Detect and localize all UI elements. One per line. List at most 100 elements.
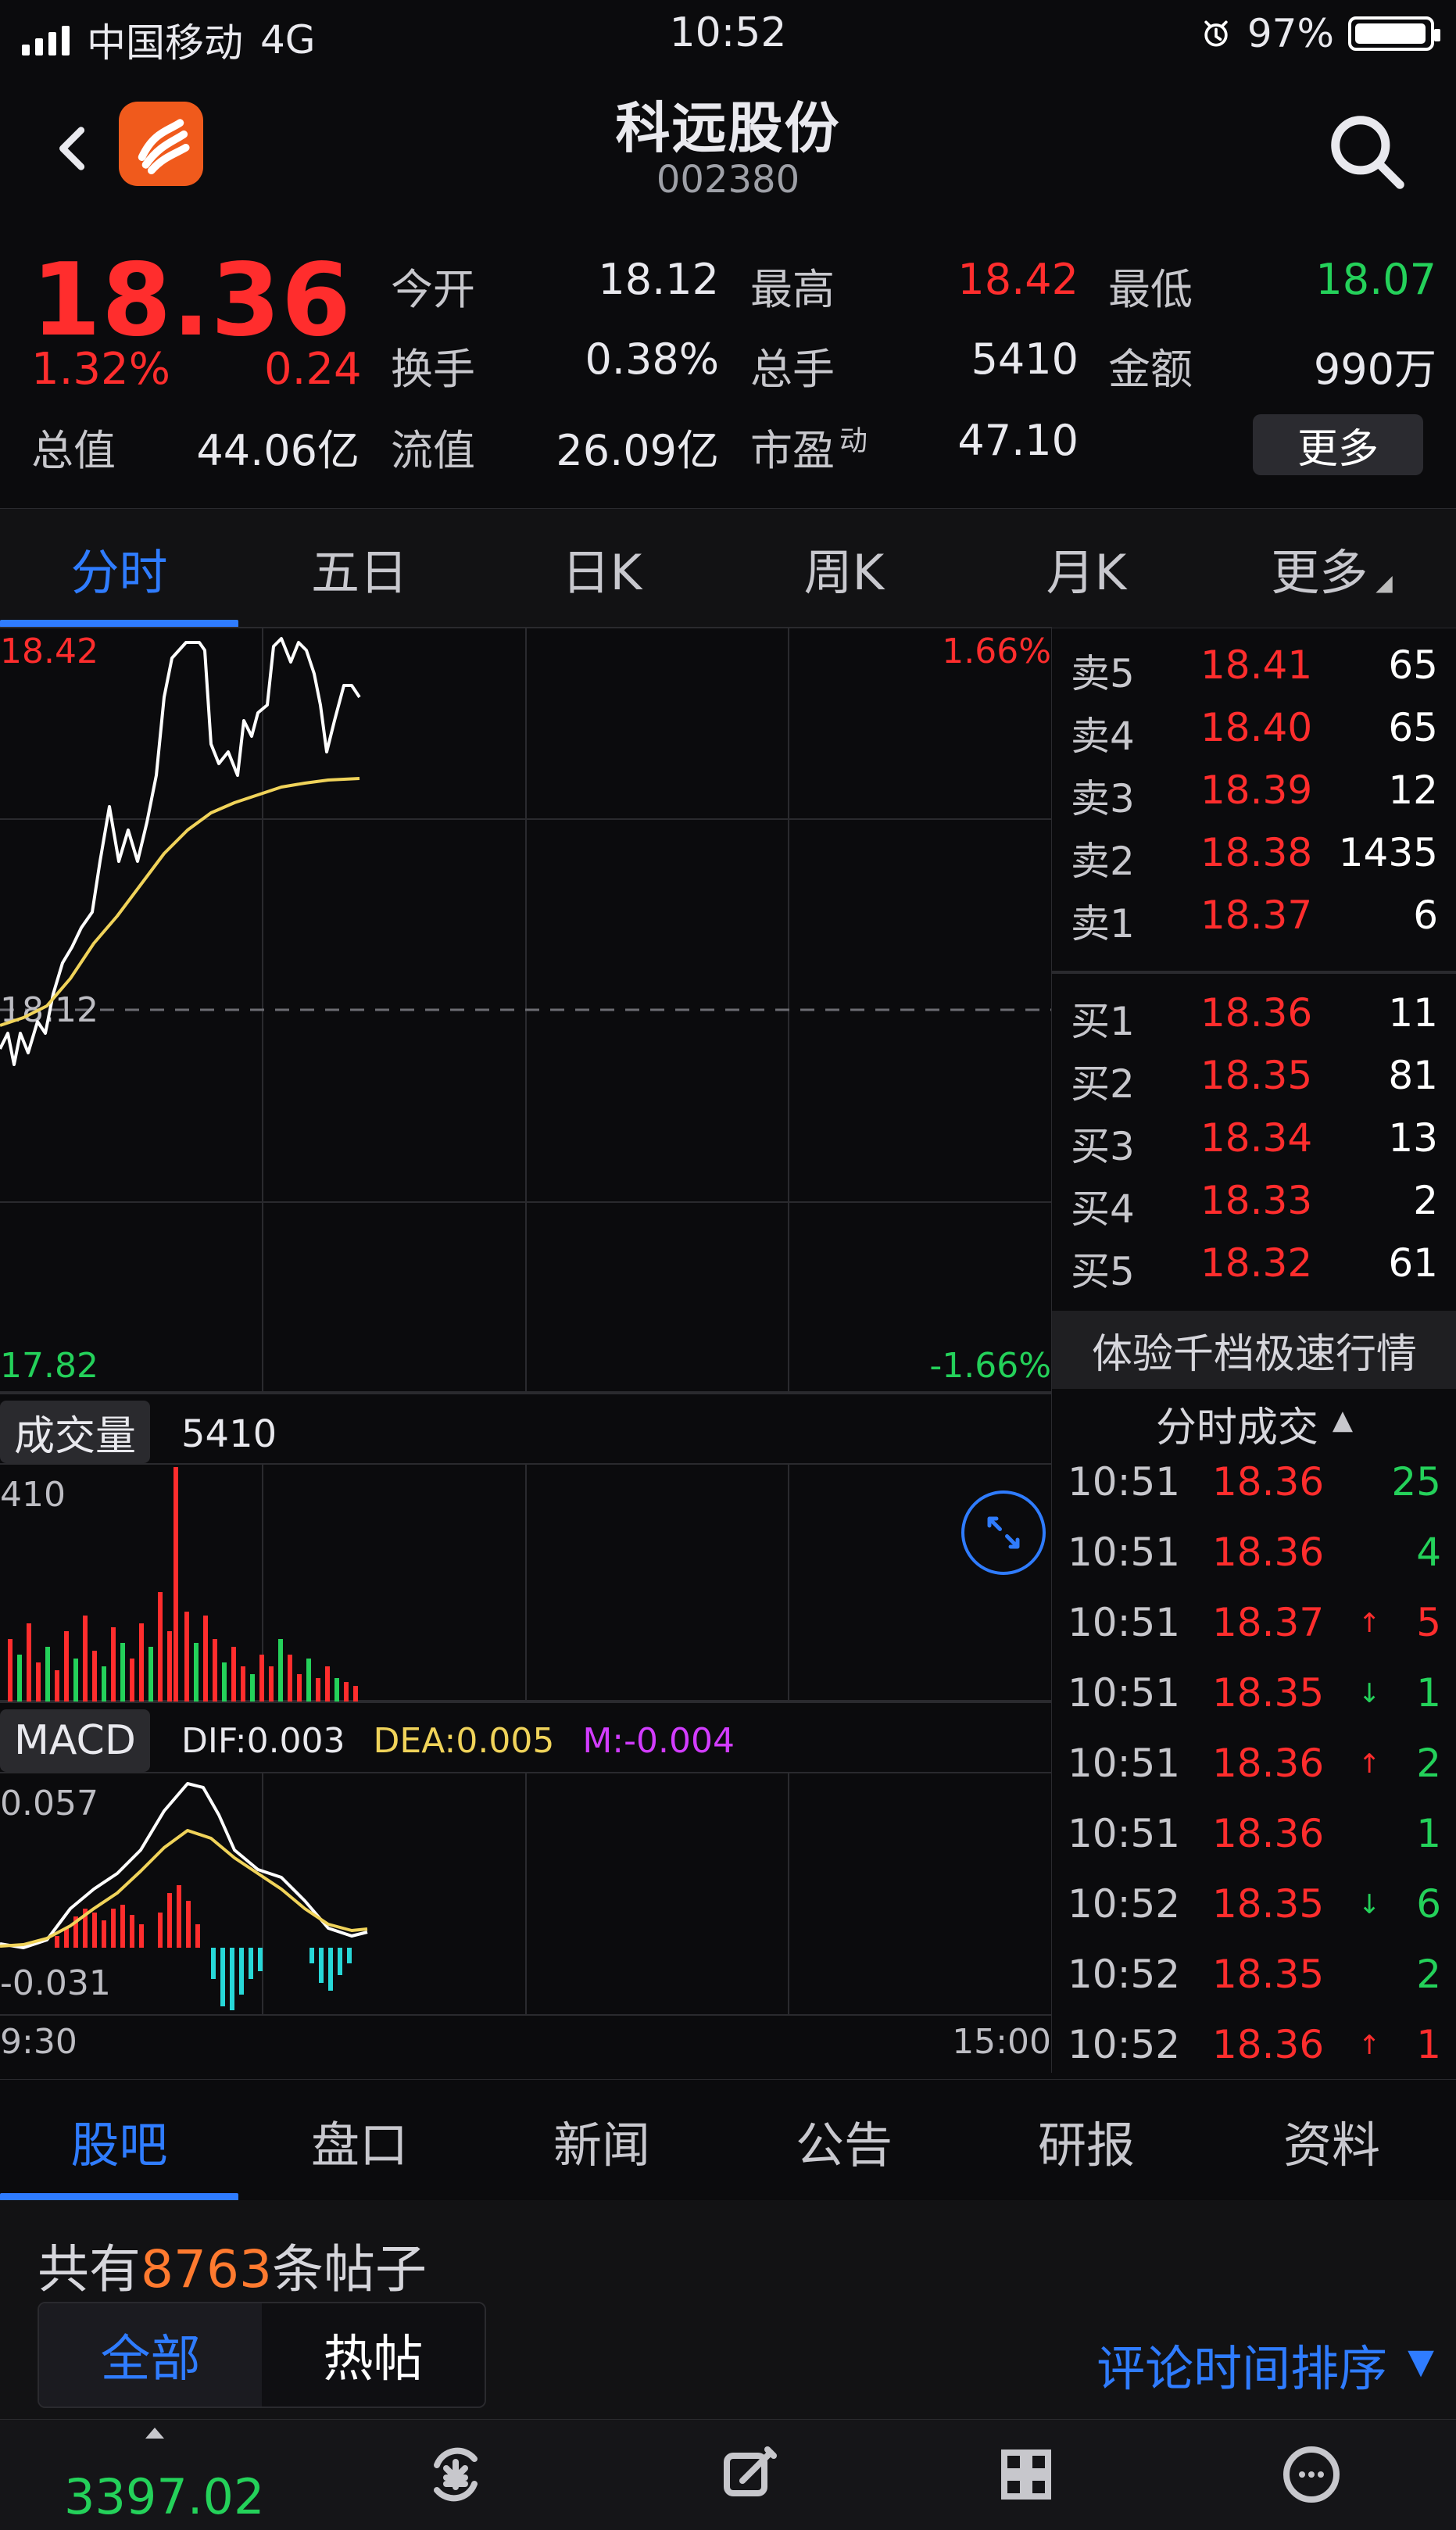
tab-intraday[interactable]: 分时 xyxy=(0,509,238,628)
time-end-label: 15:00 xyxy=(952,2022,1051,2062)
sort-dropdown-icon: ▼ xyxy=(1408,2341,1434,2381)
trade-volume: 1 xyxy=(1416,1670,1441,1716)
bid-qty: 2 xyxy=(1413,1178,1438,1223)
tab-profile-label: 资料 xyxy=(1282,2116,1380,2174)
trade-row: 10:51 18.36 25 xyxy=(1052,1459,1456,1530)
bid-row[interactable]: 买4 18.33 2 xyxy=(1052,1178,1456,1240)
macd-label-chip: MACD xyxy=(0,1709,150,1772)
ask-qty: 65 xyxy=(1388,705,1438,750)
tab-week-k[interactable]: 周K xyxy=(723,509,965,628)
index-ticker[interactable]: 3397.02 xyxy=(0,2420,313,2530)
trade-arrow: ↑ xyxy=(1358,2030,1381,2061)
volume-panel[interactable]: 成交量 5410 410 xyxy=(0,1393,1051,1702)
trades-header[interactable]: 分时成交 ▲ xyxy=(1052,1389,1456,1458)
high-label: 最高 xyxy=(750,265,835,314)
tab-news[interactable]: 新闻 xyxy=(481,2080,723,2201)
depth-upgrade-banner[interactable]: 体验千档极速行情 xyxy=(1052,1311,1456,1389)
posts-filter: 全部 热帖 xyxy=(38,2302,486,2408)
tab-more-label: 更多 xyxy=(1271,544,1368,601)
tab-research[interactable]: 研报 xyxy=(965,2080,1207,2201)
expand-icon-glyph xyxy=(987,1516,1020,1549)
trades-title: 分时成交 xyxy=(1155,1404,1318,1451)
trades-sort-icon: ▲ xyxy=(1332,1405,1354,1436)
more-button[interactable]: 更多 xyxy=(1253,414,1423,475)
bid-row[interactable]: 买3 18.34 13 xyxy=(1052,1115,1456,1178)
trade-volume: 4 xyxy=(1416,1530,1441,1575)
volume-label-chip: 成交量 xyxy=(0,1401,151,1463)
ask-price: 18.38 xyxy=(1200,830,1313,875)
posts-sort[interactable]: 评论时间排序 ▼ xyxy=(1096,2329,1434,2399)
trade-volume: 6 xyxy=(1416,1881,1441,1927)
ask-row[interactable]: 卖2 18.38 1435 xyxy=(1052,830,1456,893)
trade-arrow: ↓ xyxy=(1358,1889,1381,1920)
bid-qty: 81 xyxy=(1388,1053,1438,1098)
mktcap-value: 44.06亿 xyxy=(196,426,360,475)
pe-value: 47.10 xyxy=(957,416,1079,465)
bid-row[interactable]: 买2 18.35 81 xyxy=(1052,1053,1456,1115)
amount-value: 990万 xyxy=(1313,345,1436,394)
trade-row: 10:52 18.35 ↓ 6 xyxy=(1052,1881,1456,1952)
volume-bars-group xyxy=(8,1467,358,1702)
tab-more[interactable]: 更多 ◢ xyxy=(1207,509,1456,628)
ask-row[interactable]: 卖1 18.37 6 xyxy=(1052,893,1456,955)
change-value: 0.24 xyxy=(264,344,362,395)
price-lines xyxy=(0,637,361,1066)
tab-announcements[interactable]: 公告 xyxy=(723,2080,965,2201)
bid-qty: 61 xyxy=(1388,1240,1438,1286)
bid-side: 买2 xyxy=(1071,1061,1135,1107)
ask-row[interactable]: 卖5 18.41 65 xyxy=(1052,642,1456,705)
price-panel[interactable]: 18.42 18.12 17.82 1.66% -1.66% xyxy=(0,627,1051,1393)
volume-value: 5410 xyxy=(181,1412,277,1456)
volume-label: 成交量 xyxy=(14,1412,137,1460)
grid-icon[interactable] xyxy=(989,2437,1064,2512)
tab-guba[interactable]: 股吧 xyxy=(0,2080,238,2201)
tab-guba-label: 股吧 xyxy=(70,2116,168,2174)
bid-row[interactable]: 买1 18.36 11 xyxy=(1052,990,1456,1053)
search-icon[interactable] xyxy=(1325,109,1411,195)
ask-row[interactable]: 卖4 18.40 65 xyxy=(1052,705,1456,768)
tab-month-k[interactable]: 月K xyxy=(965,509,1207,628)
ask-qty: 12 xyxy=(1388,768,1438,813)
ask-row[interactable]: 卖3 18.39 12 xyxy=(1052,768,1456,830)
tab-announcements-label: 公告 xyxy=(795,2116,893,2174)
bid-row[interactable]: 买5 18.32 61 xyxy=(1052,1240,1456,1303)
trade-row: 10:51 18.37 ↑ 5 xyxy=(1052,1600,1456,1670)
trade-time: 10:51 xyxy=(1068,1741,1181,1786)
bid-price: 18.34 xyxy=(1200,1115,1313,1161)
bid-price: 18.33 xyxy=(1200,1178,1313,1223)
trade-row: 10:51 18.36 1 xyxy=(1052,1811,1456,1881)
book-divider xyxy=(1052,971,1456,974)
stock-name: 科远股份 xyxy=(615,96,841,160)
bottom-dock: 3397.02 xyxy=(0,2419,1456,2530)
filter-hot[interactable]: 热帖 xyxy=(262,2303,485,2407)
intraday-chart[interactable]: 18.42 18.12 17.82 1.66% -1.66% 成交量 5410 … xyxy=(0,627,1051,2073)
tab-day-k[interactable]: 日K xyxy=(481,509,723,628)
ask-price: 18.37 xyxy=(1200,893,1313,938)
trade-volume: 5 xyxy=(1416,1600,1441,1645)
trade-arrow: ↑ xyxy=(1358,1748,1381,1780)
filter-all[interactable]: 全部 xyxy=(39,2303,262,2407)
chart-tabs: 分时 五日 日K 周K 月K 更多 ◢ xyxy=(0,508,1456,628)
tab-profile[interactable]: 资料 xyxy=(1207,2080,1456,2201)
more-icon[interactable] xyxy=(1274,2437,1349,2512)
posts-suffix: 条帖子 xyxy=(271,2239,427,2299)
expand-icon[interactable] xyxy=(961,1490,1046,1575)
dif-line xyxy=(0,1782,368,1949)
ask-price: 18.40 xyxy=(1200,705,1313,750)
kv-total-volume: 总手 5410 xyxy=(750,335,1079,396)
trade-icon[interactable] xyxy=(418,2437,493,2512)
trade-price: 18.36 xyxy=(1212,1811,1325,1856)
posts-count-text: 共有8763条帖子 xyxy=(38,2228,427,2303)
tab-order-book[interactable]: 盘口 xyxy=(238,2080,481,2201)
battery-percent: 97% xyxy=(1247,11,1334,56)
bid-side: 买3 xyxy=(1071,1124,1135,1169)
kv-amount: 金额 990万 xyxy=(1108,335,1436,396)
stock-code: 002380 xyxy=(656,158,800,202)
tab-five-day[interactable]: 五日 xyxy=(238,509,481,628)
post-icon[interactable] xyxy=(711,2437,786,2512)
index-up-icon xyxy=(145,2428,164,2439)
sort-label: 评论时间排序 xyxy=(1096,2340,1388,2397)
alarm-icon xyxy=(1204,20,1228,47)
trade-row: 10:52 18.35 2 xyxy=(1052,1952,1456,2022)
macd-panel[interactable]: MACD DIF:0.003 DEA:0.005 M:-0.004 0.057 … xyxy=(0,1702,1051,2073)
